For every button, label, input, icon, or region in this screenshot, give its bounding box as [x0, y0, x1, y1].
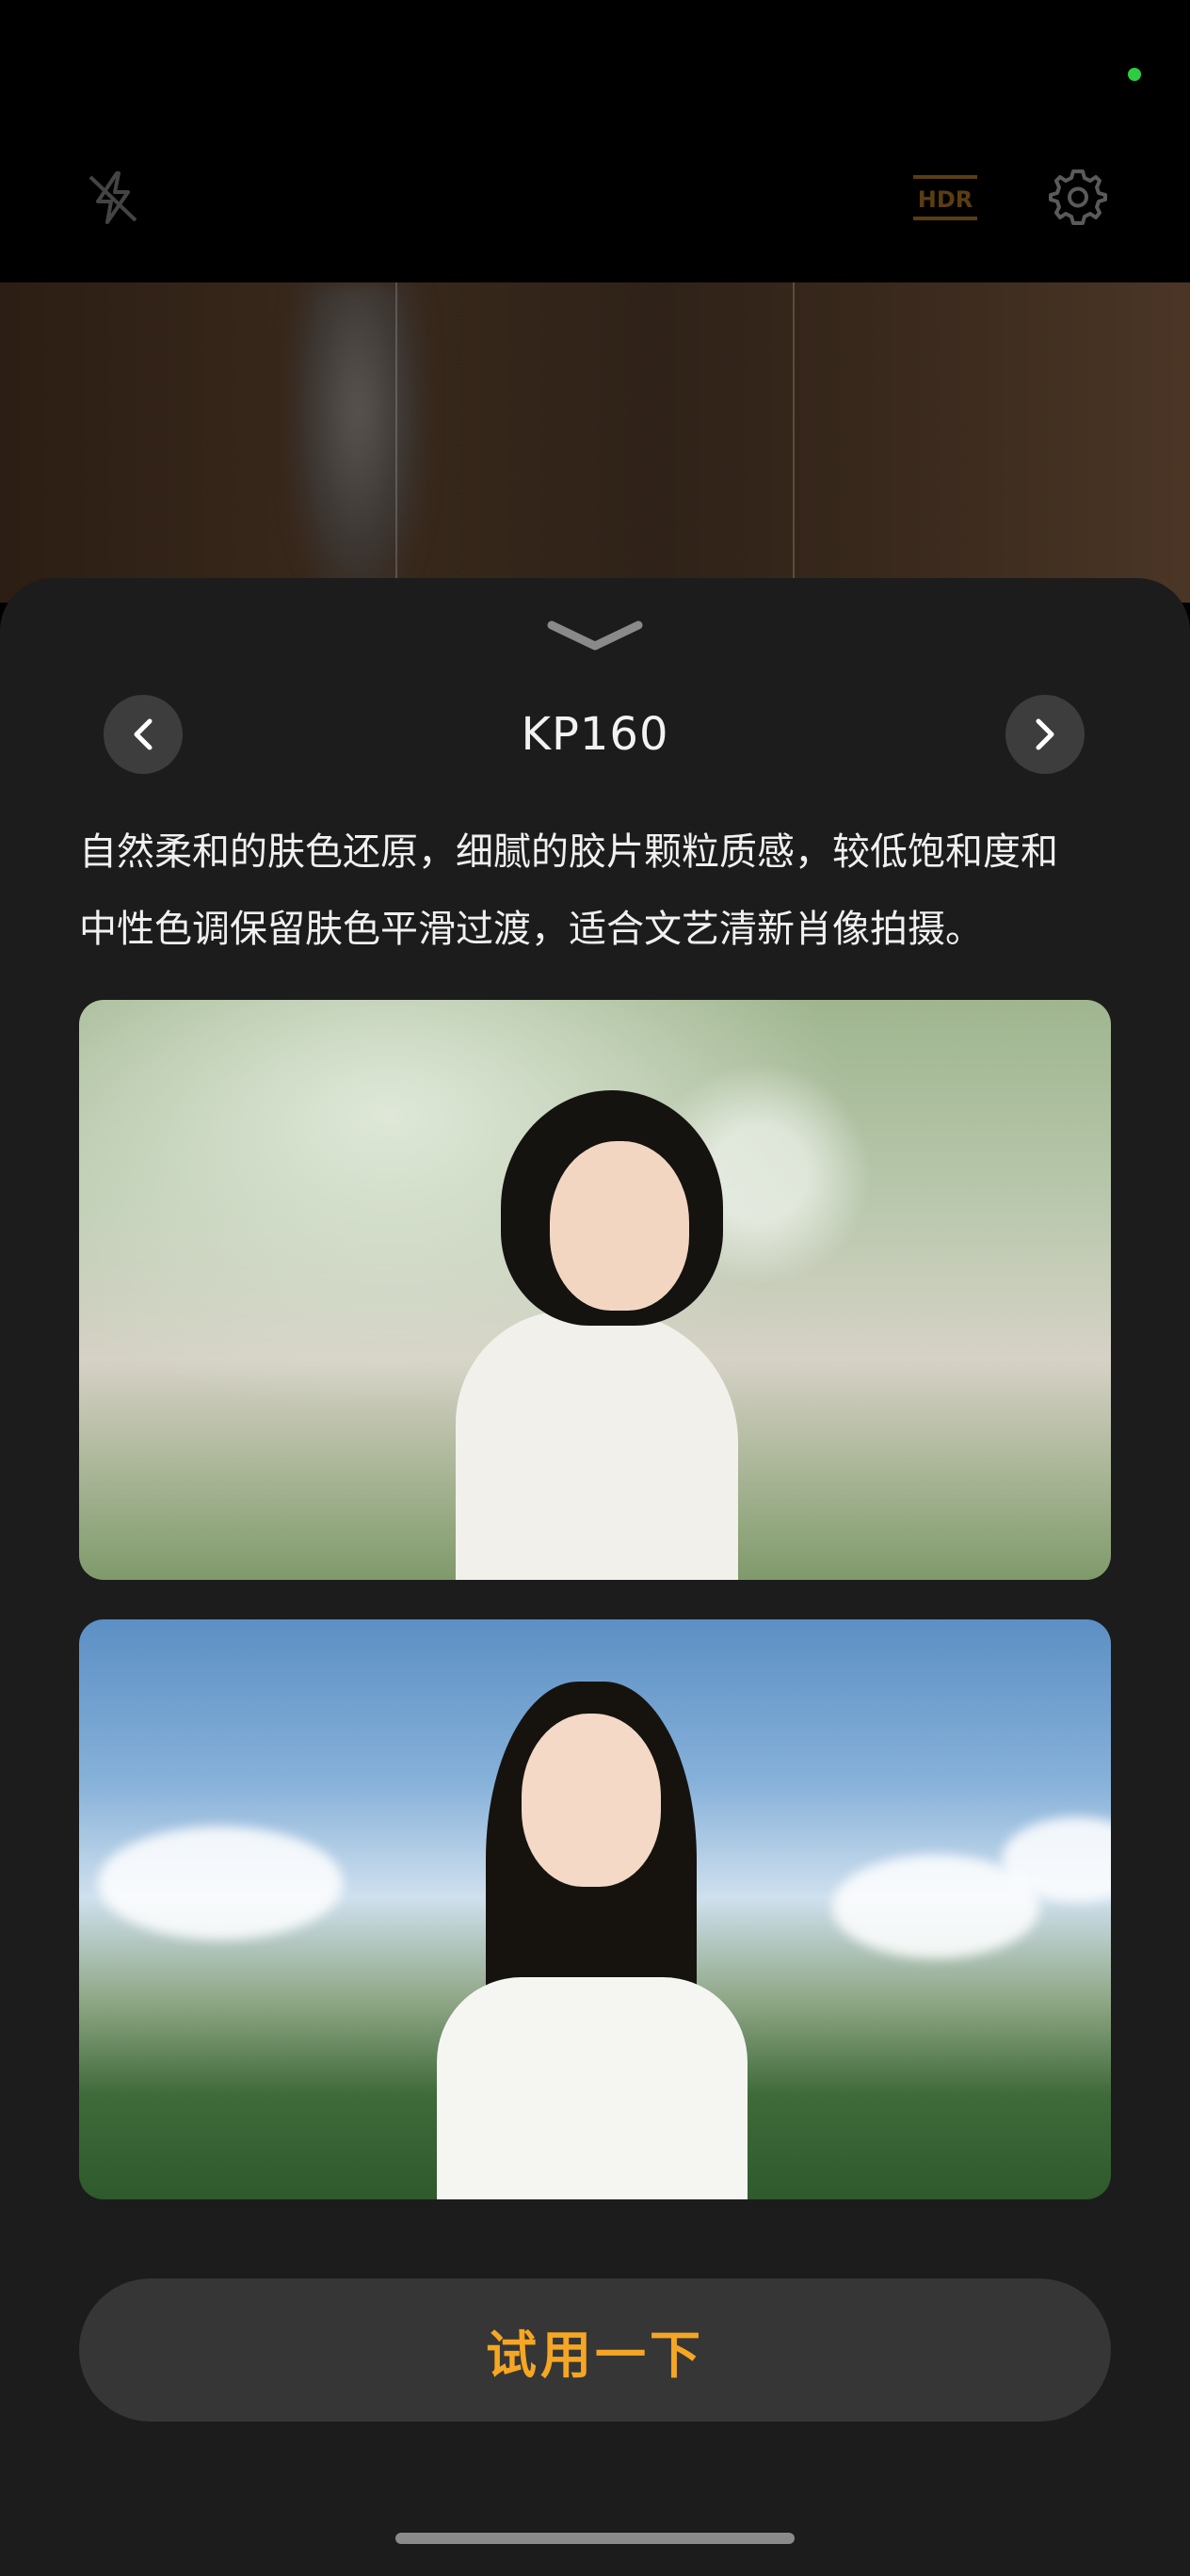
hdr-label: HDR: [918, 186, 973, 213]
chevron-right-icon: [1036, 718, 1054, 750]
subject-face: [550, 1141, 689, 1311]
filter-detail-sheet: KP160 自然柔和的肤色还原，细腻的胶片颗粒质感，较低饱和度和 中性色调保留肤…: [0, 578, 1190, 2576]
sample-photo-2: [79, 1619, 1111, 2199]
subject-face: [522, 1714, 661, 1887]
viewfinder-blur: [292, 282, 424, 603]
next-filter-button[interactable]: [1005, 695, 1085, 774]
subject-dress: [437, 1977, 748, 2199]
home-indicator[interactable]: [395, 2533, 795, 2544]
description-line-2: 中性色调保留肤色平滑过渡，适合文艺清新肖像拍摄。: [79, 908, 983, 951]
flash-off-icon[interactable]: [83, 168, 143, 228]
chevron-down-icon[interactable]: [542, 614, 648, 657]
sample-photo-1: [79, 1000, 1111, 1580]
try-filter-button[interactable]: 试用一下: [79, 2278, 1111, 2422]
privacy-indicator-dot: [1128, 68, 1141, 81]
subject-shirt: [456, 1311, 738, 1580]
grid-line: [793, 282, 795, 603]
filter-description: 自然柔和的肤色还原，细腻的胶片颗粒质感，较低饱和度和 中性色调保留肤色平滑过渡，…: [79, 813, 1115, 968]
cloud: [98, 1827, 343, 1940]
description-line-1: 自然柔和的肤色还原，细腻的胶片颗粒质感，较低饱和度和: [79, 830, 1058, 874]
camera-top-bar: HDR: [0, 0, 1190, 282]
hdr-icon[interactable]: HDR: [911, 168, 979, 228]
gear-icon[interactable]: [1047, 166, 1109, 228]
camera-viewfinder[interactable]: [0, 282, 1190, 603]
grid-line: [395, 282, 397, 603]
